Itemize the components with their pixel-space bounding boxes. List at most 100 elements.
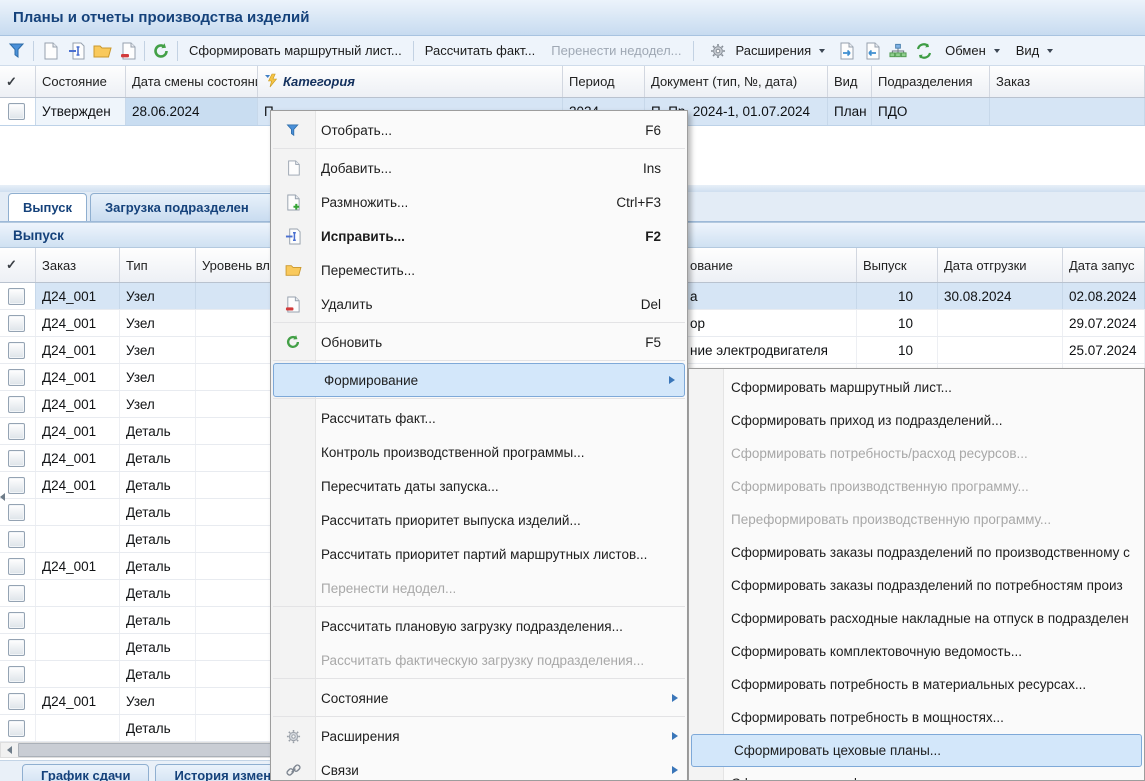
column-label: Тип [126,258,148,273]
row-checkbox[interactable] [8,558,25,575]
submenu-item[interactable]: Сформировать потребность в материальных … [689,668,1144,701]
check-mark: ✓ [6,257,17,273]
move-folder-icon[interactable] [89,39,115,63]
exchange-menu-button[interactable]: Обмен [937,39,1008,63]
add-document-icon[interactable] [37,39,63,63]
tab-grafik-sdachi[interactable]: График сдачи [22,764,149,781]
export-document-icon[interactable] [833,39,859,63]
calc-fact-button[interactable]: Рассчитать факт... [417,39,544,63]
view-menu-button[interactable]: Вид [1008,39,1062,63]
column-order[interactable]: Заказ [990,66,1145,97]
column-document[interactable]: Документ (тип, №, дата) [645,66,828,97]
cell-launch-date: 29.07.2024 [1063,310,1145,336]
context-menu-item[interactable]: Пересчитать даты запуска... [271,469,687,503]
column-output[interactable]: Выпуск [857,248,938,282]
filter-icon[interactable] [4,39,30,63]
row-checkbox[interactable] [8,693,25,710]
cell-type: Деталь [120,661,196,687]
cell-type: Узел [120,283,196,309]
formirovanie-submenu: Сформировать маршрутный лист...Сформиров… [688,368,1145,781]
context-menu-item[interactable]: Расширения [271,719,687,753]
tab-vypusk[interactable]: Выпуск [8,193,87,221]
row-checkbox[interactable] [8,342,25,359]
context-menu-item[interactable]: Добавить...Ins [271,151,687,185]
row-checkbox[interactable] [8,315,25,332]
submenu-item[interactable]: Сформировать график сдачи... [689,767,1144,781]
context-menu-item[interactable]: Отобрать...F6 [271,113,687,147]
submenu-item[interactable]: Сформировать маршрутный лист... [689,371,1144,404]
submenu-item[interactable]: Сформировать заказы подразделений по пот… [689,569,1144,602]
column-check[interactable]: ✓ [0,66,36,97]
column-divisions[interactable]: Подразделения [872,66,990,97]
toolbar-separator [33,41,34,61]
context-menu-item[interactable]: Формирование [273,363,685,397]
row-checkbox[interactable] [8,639,25,656]
row-checkbox[interactable] [8,612,25,629]
column-launch-date[interactable]: Дата запус [1063,248,1145,282]
cell-checkbox [0,526,36,552]
context-menu-item[interactable]: Рассчитать приоритет выпуска изделий... [271,503,687,537]
delete-document-icon[interactable] [115,39,141,63]
cell-value: Д24_001 [42,478,96,493]
row-checkbox[interactable] [8,504,25,521]
import-document-icon[interactable] [859,39,885,63]
row-checkbox[interactable] [8,531,25,548]
context-menu-item[interactable]: Рассчитать приоритет партий маршрутных л… [271,537,687,571]
cell-value: 10 [898,289,913,304]
context-menu-item[interactable]: УдалитьDel [271,287,687,321]
cell-type: Деталь [120,499,196,525]
submenu-item[interactable]: Сформировать потребность в мощностях... [689,701,1144,734]
submenu-item[interactable]: Сформировать заказы подразделений по про… [689,536,1144,569]
submenu-item[interactable]: Сформировать цеховые планы... [691,734,1142,767]
context-menu-item[interactable]: Состояние [271,681,687,715]
exchange-icon[interactable] [911,39,937,63]
move-backlog-label: Перенести недодел... [551,43,681,58]
submenu-item[interactable]: Сформировать комплектовочную ведомость..… [689,635,1144,668]
context-menu-item[interactable]: Переместить... [271,253,687,287]
column-check[interactable]: ✓ [0,248,36,282]
row-checkbox[interactable] [8,720,25,737]
window-titlebar[interactable]: Планы и отчеты производства изделий [0,0,1145,36]
cell-checkbox [0,98,36,125]
column-state-date[interactable]: Дата смены состояния [126,66,258,97]
row-checkbox[interactable] [8,288,25,305]
scroll-left-button[interactable] [1,743,17,757]
splitter-collapse-arrow[interactable] [0,489,9,505]
context-menu-item[interactable]: Исправить...F2 [271,219,687,253]
column-category[interactable]: Категория [258,66,563,97]
column-order[interactable]: Заказ [36,248,120,282]
refresh-icon[interactable] [148,39,174,63]
submenu-arrow-icon [669,376,675,384]
org-chart-icon[interactable] [885,39,911,63]
context-menu-item[interactable]: Размножить...Ctrl+F3 [271,185,687,219]
menu-item-shortcut: Ctrl+F3 [616,195,687,210]
column-label: Уровень вл [202,258,270,273]
row-checkbox[interactable] [8,369,25,386]
column-kind[interactable]: Вид [828,66,872,97]
context-menu-item[interactable]: Контроль производственной программы... [271,435,687,469]
column-state[interactable]: Состояние [36,66,126,97]
edit-document-icon[interactable] [63,39,89,63]
context-menu-item[interactable]: Рассчитать плановую загрузку подразделен… [271,609,687,643]
column-ship-date[interactable]: Дата отгрузки [938,248,1063,282]
column-type[interactable]: Тип [120,248,196,282]
toolbar-separator [693,41,694,61]
row-checkbox[interactable] [8,477,25,494]
row-checkbox[interactable] [8,666,25,683]
row-checkbox[interactable] [8,423,25,440]
row-checkbox[interactable] [8,585,25,602]
make-route-sheet-button[interactable]: Сформировать маршрутный лист... [181,39,410,63]
column-label: ование [690,258,733,273]
context-menu-item[interactable]: Рассчитать факт... [271,401,687,435]
context-menu-item[interactable]: Связи [271,753,687,781]
row-checkbox[interactable] [8,450,25,467]
column-period[interactable]: Период [563,66,645,97]
row-checkbox[interactable] [8,103,25,120]
submenu-item[interactable]: Сформировать расходные накладные на отпу… [689,602,1144,635]
extensions-button[interactable]: Расширения [697,39,834,63]
context-menu-item[interactable]: ОбновитьF5 [271,325,687,359]
cell-value: Деталь [126,721,171,736]
row-checkbox[interactable] [8,396,25,413]
submenu-item[interactable]: Сформировать приход из подразделений... [689,404,1144,437]
cell-checkbox [0,715,36,741]
